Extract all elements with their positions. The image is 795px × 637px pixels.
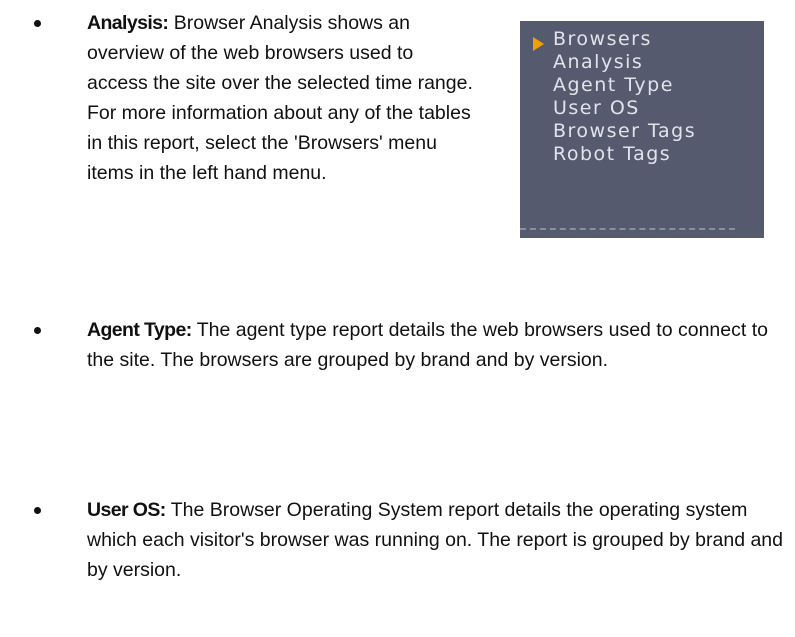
arrow-right-icon — [533, 37, 544, 51]
menu-item-user-os: User OS — [553, 97, 640, 119]
bullet-text: User OS: The Browser Operating System re… — [87, 495, 792, 585]
bullet-dot — [34, 507, 41, 514]
menu-item-browser-tags: Browser Tags — [553, 120, 697, 142]
menu-divider — [520, 228, 735, 230]
term-description: The Browser Operating System report deta… — [87, 499, 783, 581]
bullet-dot — [34, 327, 41, 334]
bullet-text: Analysis: Browser Analysis shows an over… — [87, 8, 477, 188]
menu-item-browsers: Browsers — [553, 28, 652, 50]
browsers-menu-screenshot: Browsers Analysis Agent Type User OS Bro… — [520, 21, 764, 238]
term-description: Browser Analysis shows an overview of th… — [87, 12, 473, 184]
menu-item-robot-tags: Robot Tags — [553, 143, 672, 165]
bullet-text: Agent Type: The agent type report detail… — [87, 315, 792, 375]
term-label: Analysis: — [87, 12, 169, 34]
term-label: Agent Type: — [87, 319, 192, 341]
bullet-dot — [34, 20, 41, 27]
term-label: User OS: — [87, 499, 166, 521]
menu-item-analysis: Analysis — [553, 51, 644, 73]
menu-item-agent-type: Agent Type — [553, 74, 674, 96]
